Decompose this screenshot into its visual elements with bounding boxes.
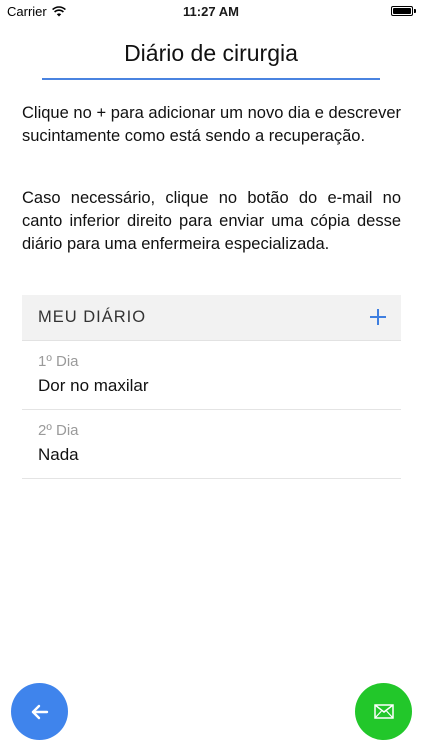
add-day-button[interactable] xyxy=(365,304,391,330)
entry-text: Nada xyxy=(38,445,79,464)
battery-tip xyxy=(414,9,416,13)
status-bar: Carrier 11:27 AM xyxy=(0,0,422,24)
battery-icon xyxy=(391,6,413,16)
status-time: 11:27 AM xyxy=(183,4,239,19)
arrow-left-icon xyxy=(31,704,48,719)
envelope-icon xyxy=(373,704,394,719)
diary-entry[interactable]: 2º Dia Nada xyxy=(22,410,401,479)
page-title: Diário de cirurgia xyxy=(124,40,298,66)
diary-entry[interactable]: 1º Dia Dor no maxilar xyxy=(22,341,401,410)
entry-day-label: 1º Dia xyxy=(38,353,79,370)
diary-header: MEU DIÁRIO xyxy=(22,295,401,341)
send-email-button[interactable] xyxy=(355,683,412,740)
battery-level xyxy=(393,8,411,14)
title-underline xyxy=(42,78,380,80)
entry-day-label: 2º Dia xyxy=(38,422,79,439)
plus-icon xyxy=(370,309,386,325)
back-button[interactable] xyxy=(11,683,68,740)
app-screen: Carrier 11:27 AM Diário de cirurgia Cliq… xyxy=(0,0,422,750)
instruction-paragraph-add: Clique no + para adicionar um novo dia e… xyxy=(22,104,401,145)
diary-title: MEU DIÁRIO xyxy=(38,308,147,326)
instruction-paragraph-email: Caso necessário, clique no botão do e-ma… xyxy=(22,189,401,253)
entry-text: Dor no maxilar xyxy=(38,376,149,395)
